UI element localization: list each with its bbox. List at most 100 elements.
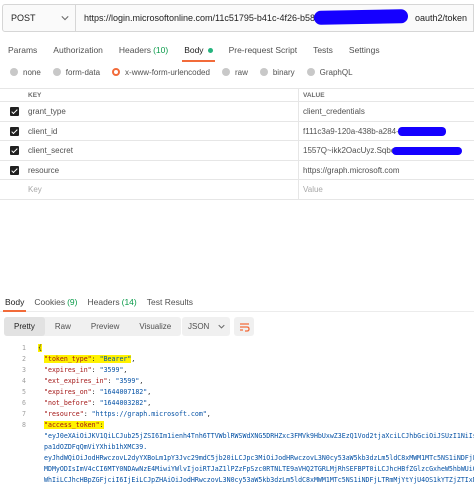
line-number: 3 <box>22 366 26 374</box>
code-line: 6 "not_before": "1644003282", <box>0 397 474 408</box>
code-line: 5 "expires_on": "1644007182", <box>0 386 474 397</box>
tab-count: (14) <box>121 296 137 307</box>
body-type-urlencoded[interactable]: x-www-form-urlencoded <box>112 68 210 77</box>
body-type-none[interactable]: none <box>10 68 41 77</box>
table-row: client_secret 1557Q~ikk2OacUyz.Sqbc~ <box>0 141 474 161</box>
redaction-mark <box>313 9 409 25</box>
tab-body[interactable]: Body <box>176 38 220 62</box>
view-preview[interactable]: Preview <box>81 317 129 336</box>
view-raw[interactable]: Raw <box>45 317 81 336</box>
body-type-binary[interactable]: binary <box>259 68 295 77</box>
checkbox-checked-icon[interactable] <box>10 107 19 116</box>
table-row-new: Key Value <box>0 180 474 200</box>
checkbox-checked-icon[interactable] <box>10 146 19 155</box>
radio-label: form-data <box>65 67 101 77</box>
tab-pre-request-script[interactable]: Pre-request Script <box>221 38 306 62</box>
response-view-toolbar: Pretty Raw Preview Visualize JSON <box>0 317 474 337</box>
json-value: eyJhdWQiOiJodHRwczovL2dyYXBoLm1pY3Jvc29m… <box>44 454 474 462</box>
body-type-raw[interactable]: raw <box>221 67 248 77</box>
tab-authorization[interactable]: Authorization <box>45 38 111 62</box>
request-url-bar: POST https://login.microsoftonline.com/1… <box>0 0 474 38</box>
param-key[interactable]: grant_type <box>28 107 66 116</box>
line-number: 5 <box>22 388 26 396</box>
checkbox-checked-icon[interactable] <box>10 126 19 136</box>
tab-params[interactable]: Params <box>0 38 45 62</box>
body-type-graphql[interactable]: GraphQL <box>306 68 353 77</box>
json-key: "ext_expires_in" <box>44 377 108 385</box>
view-pretty[interactable]: Pretty <box>4 317 45 336</box>
code-text: { <box>38 344 42 352</box>
url-suffix: oauth2/token <box>414 13 468 23</box>
request-tabs: Params Authorization Headers (10) Body Pr… <box>0 38 474 62</box>
json-brace: { <box>38 344 42 352</box>
radio-icon <box>306 68 315 76</box>
tab-headers[interactable]: Headers (10) <box>111 38 176 62</box>
tab-settings[interactable]: Settings <box>341 38 388 62</box>
radio-label: raw <box>234 67 248 77</box>
tab-label: Params <box>8 45 38 55</box>
param-key[interactable]: client_secret <box>28 146 73 155</box>
radio-selected-icon <box>112 68 121 76</box>
wrap-lines-button[interactable] <box>234 317 254 336</box>
code-line: 2 "token_type": "Bearer", <box>0 353 474 364</box>
line-number: 2 <box>22 355 26 363</box>
param-value[interactable]: client_credentials <box>298 102 474 122</box>
json-value: "3599" <box>115 377 140 385</box>
param-value[interactable]: f111c3a9-120a-438b-a284-a <box>298 121 474 141</box>
checkbox-checked-icon[interactable] <box>10 165 19 175</box>
json-value: "3599" <box>99 366 124 374</box>
tab-label: Tests <box>313 45 333 55</box>
tab-cookies[interactable]: Cookies (9) <box>29 292 82 312</box>
redaction-mark <box>398 126 446 136</box>
json-key: "expires_in" <box>44 366 92 374</box>
json-value: WhIiLCJhcHBpZGFjciI6IjEiLCJpZHAiOiJodHRw… <box>44 476 474 484</box>
tab-response-headers[interactable]: Headers (14) <box>82 292 141 312</box>
code-line-wrapped: WhIiLCJhcHBpZGFjciI6IjEiLCJpZHAiOiJodHRw… <box>0 474 474 485</box>
format-select[interactable]: JSON <box>182 317 230 336</box>
redaction-mark <box>392 147 462 155</box>
table-row: client_id f111c3a9-120a-438b-a284-a <box>0 121 474 141</box>
view-visualize[interactable]: Visualize <box>129 317 181 336</box>
json-key: "access_token" <box>44 421 100 429</box>
code-text: "ext_expires_in": "3599", <box>44 377 144 385</box>
chevron-down-icon <box>218 324 225 329</box>
url-input[interactable]: https://login.microsoftonline.com/11c517… <box>76 4 474 32</box>
response-body-editor[interactable]: 1 { 2 "token_type": "Bearer", 3 "expires_in… <box>0 342 474 488</box>
code-line-wrapped: "eyJ0eXAiOiJKV1QiLCJub25jZSI6Im1ienh4Tnh… <box>0 430 474 441</box>
new-value-input[interactable]: Value <box>298 180 474 200</box>
table-row: resource https://graph.microsoft.com <box>0 160 474 180</box>
code-line: 7 "resource": "https://graph.microsoft.co… <box>0 408 474 419</box>
body-type-form-data[interactable]: form-data <box>52 67 101 77</box>
param-key[interactable]: client_id <box>28 127 57 136</box>
line-number: 1 <box>22 344 26 352</box>
value-column-header: VALUE <box>298 88 325 102</box>
tab-label: Test Results <box>146 296 194 307</box>
new-key-input[interactable]: Key <box>28 185 42 194</box>
http-method-label: POST <box>11 13 36 23</box>
code-line: 8 "access_token": <box>0 419 474 430</box>
body-type-radio-group: none form-data x-www-form-urlencoded raw… <box>0 62 474 82</box>
code-line-wrapped: MDMyODIsImV4cCI6MTY0NDAwNzE4MiwiYWlvIjoi… <box>0 463 474 474</box>
wrap-lines-icon <box>239 322 250 332</box>
tab-test-results[interactable]: Test Results <box>142 292 198 312</box>
json-key: "expires_on" <box>44 388 92 396</box>
tab-label: Pre-request Script <box>228 45 298 55</box>
tab-count: (9) <box>67 296 78 307</box>
json-value: "1644007182" <box>99 388 148 396</box>
http-method-select[interactable]: POST <box>2 4 76 32</box>
table-header: KEY VALUE <box>0 88 474 102</box>
param-value[interactable]: https://graph.microsoft.com <box>298 160 474 180</box>
table-row: grant_type client_credentials <box>0 102 474 122</box>
param-key[interactable]: resource <box>28 166 59 175</box>
json-key: "resource" <box>44 410 84 418</box>
tab-response-body[interactable]: Body <box>0 292 29 312</box>
tab-label: Cookies <box>34 296 66 307</box>
json-value: "Bearer" <box>99 355 132 363</box>
tab-label: Body <box>184 45 204 55</box>
json-value: "1644003282" <box>99 399 148 407</box>
line-number: 7 <box>22 410 26 418</box>
tab-tests[interactable]: Tests <box>305 38 341 62</box>
json-value: "eyJ0eXAiOiJKV1QiLCJub25jZSI6Im1ienh4Tnh… <box>44 432 474 440</box>
code-line: 4 "ext_expires_in": "3599", <box>0 375 474 386</box>
chevron-down-icon <box>61 16 69 21</box>
